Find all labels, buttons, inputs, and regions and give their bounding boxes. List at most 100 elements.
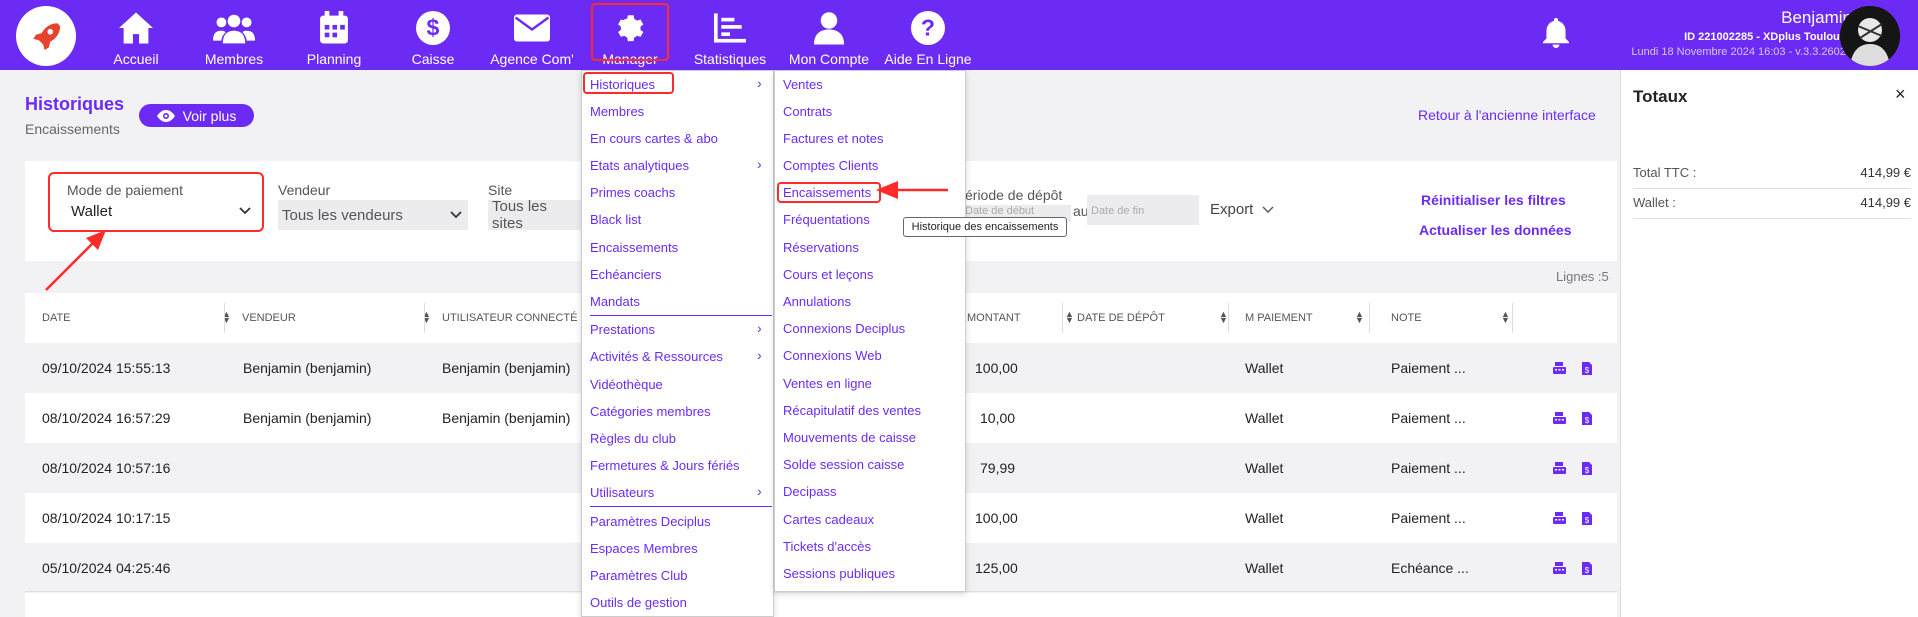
submenu-item-cartes-cadeaux[interactable]: Cartes cadeaux: [783, 512, 874, 527]
vendeur-filter[interactable]: Vendeur Tous les vendeurs: [278, 182, 468, 230]
submenu-item-connexions-deciplus[interactable]: Connexions Deciplus: [783, 321, 905, 336]
col-header-date-depot[interactable]: DATE DE DÉPÔT ▲ ▼: [1077, 293, 1237, 343]
cash-register-icon[interactable]: [1553, 562, 1566, 575]
svg-text:$: $: [427, 15, 440, 41]
menu-item-prestations[interactable]: Prestations: [590, 322, 655, 337]
encaissements-highlight-box: [777, 182, 881, 203]
col-header-vendeur[interactable]: VENDEUR ▲ ▼: [242, 293, 432, 343]
chevron-right-icon: ›: [757, 75, 762, 91]
submenu-item-reservations[interactable]: Réservations: [783, 240, 859, 255]
menu-item-videotheque[interactable]: Vidéothèque: [590, 377, 663, 392]
totaux-divider: [1633, 188, 1911, 189]
submenu-item-connexions-web[interactable]: Connexions Web: [783, 348, 882, 363]
submenu-item-sessions-publiques[interactable]: Sessions publiques: [783, 566, 895, 581]
menu-item-mandats[interactable]: Mandats: [590, 294, 640, 309]
cell-vendeur: Benjamin (benjamin): [243, 410, 372, 426]
close-icon[interactable]: ×: [1895, 84, 1906, 105]
submenu-item-contrats[interactable]: Contrats: [783, 104, 832, 119]
cell-montant: 100,00: [975, 510, 1018, 526]
submenu-item-comptes-clients[interactable]: Comptes Clients: [783, 158, 878, 173]
chevron-right-icon: ›: [757, 483, 762, 499]
menu-item-primes-coachs[interactable]: Primes coachs: [590, 185, 675, 200]
nav-statistiques[interactable]: Statistiques: [693, 0, 767, 70]
cash-register-icon[interactable]: [1553, 512, 1566, 525]
col-separator: [1062, 303, 1063, 333]
invoice-icon[interactable]: $: [1582, 462, 1594, 475]
menu-item-utilisateurs[interactable]: Utilisateurs: [590, 485, 654, 500]
refresh-data-link[interactable]: Actualiser les données: [1419, 222, 1572, 238]
menu-item-fermetures[interactable]: Fermetures & Jours fériés: [590, 458, 740, 473]
col-header-label: UTILISATEUR CONNECTÉ: [442, 312, 578, 324]
submenu-item-factures[interactable]: Factures et notes: [783, 131, 883, 146]
menu-item-categories-membres[interactable]: Catégories membres: [590, 404, 711, 419]
menu-item-espaces-membres[interactable]: Espaces Membres: [590, 541, 698, 556]
users-icon: [212, 6, 256, 50]
bell-icon[interactable]: [1542, 18, 1570, 48]
col-header-note[interactable]: NOTE ▲ ▼: [1391, 293, 1521, 343]
menu-item-echeanciers[interactable]: Echéanciers: [590, 267, 662, 282]
site-filter[interactable]: Site Tous les sites: [488, 182, 581, 232]
col-header-m-paiement[interactable]: M PAIEMENT ▲ ▼: [1245, 293, 1375, 343]
nav-mon-compte[interactable]: Mon Compte: [789, 0, 869, 70]
vendeur-select[interactable]: Tous les vendeurs: [278, 200, 468, 230]
submenu-item-mouvements-caisse[interactable]: Mouvements de caisse: [783, 430, 916, 445]
sort-icon: ▲ ▼: [1219, 309, 1228, 325]
submenu-item-cours-lecons[interactable]: Cours et leçons: [783, 267, 873, 282]
cash-register-icon[interactable]: [1553, 462, 1566, 475]
menu-item-black-list[interactable]: Black list: [590, 212, 641, 227]
nav-membres[interactable]: Membres: [205, 0, 263, 70]
export-label: Export: [1210, 201, 1254, 218]
col-header-label: MONTANT: [967, 312, 1021, 324]
submenu-item-decipass[interactable]: Decipass: [783, 484, 836, 499]
col-header-utilisateur[interactable]: UTILISATEUR CONNECTÉ: [442, 293, 592, 343]
user-date: Lundi 18 Novembre 2024 16:03 - v.3.3.260…: [1631, 46, 1852, 58]
lines-count: Lignes :5: [1556, 269, 1609, 284]
menu-item-parametres-deciplus[interactable]: Paramètres Deciplus: [590, 514, 711, 529]
avatar[interactable]: [1840, 6, 1900, 66]
col-header-montant[interactable]: MONTANT ▲ ▼: [967, 293, 1074, 343]
menu-item-parametres-club[interactable]: Paramètres Club: [590, 568, 688, 583]
wallet-total-label: Wallet :: [1633, 195, 1676, 210]
menu-item-en-cours-cartes[interactable]: En cours cartes & abo: [590, 131, 718, 146]
submenu-item-tickets-acces[interactable]: Tickets d'accès: [783, 539, 871, 554]
menu-item-etats-analytiques[interactable]: Etats analytiques: [590, 158, 689, 173]
rocket-logo-icon[interactable]: [16, 6, 76, 66]
invoice-icon[interactable]: $: [1582, 512, 1594, 525]
submenu-item-ventes-en-ligne[interactable]: Ventes en ligne: [783, 376, 872, 391]
export-dropdown[interactable]: Export: [1210, 201, 1274, 218]
cash-register-icon[interactable]: [1553, 412, 1566, 425]
submenu-item-annulations[interactable]: Annulations: [783, 294, 851, 309]
menu-item-activites-ressources[interactable]: Activités & Ressources: [590, 349, 723, 364]
menu-item-outils-gestion[interactable]: Outils de gestion: [590, 595, 687, 610]
site-select[interactable]: Tous les sites: [488, 198, 581, 232]
menu-item-membres[interactable]: Membres: [590, 104, 644, 119]
retour-ancienne-interface-link[interactable]: Retour à l'ancienne interface: [1418, 107, 1596, 123]
page-title: Historiques: [25, 94, 125, 114]
cell-date: 08/10/2024 10:57:16: [42, 460, 171, 476]
totaux-title: Totaux: [1633, 87, 1688, 106]
invoice-icon[interactable]: $: [1582, 562, 1594, 575]
svg-text:$: $: [1585, 366, 1590, 375]
svg-text:$: $: [1585, 516, 1590, 525]
submenu-item-solde-session[interactable]: Solde session caisse: [783, 457, 904, 472]
cash-register-icon[interactable]: [1553, 362, 1566, 375]
col-header-date[interactable]: DATE ▲ ▼: [42, 293, 232, 343]
nav-caisse[interactable]: $ Caisse: [410, 0, 456, 70]
reset-filters-link[interactable]: Réinitialiser les filtres: [1421, 192, 1566, 208]
cell-date: 09/10/2024 15:55:13: [42, 360, 171, 376]
nav-agence-com[interactable]: Agence Com': [490, 0, 574, 70]
chart-icon: [708, 6, 752, 50]
submenu-item-frequentations[interactable]: Fréquentations: [783, 212, 870, 227]
menu-item-regles-club[interactable]: Règles du club: [590, 431, 676, 446]
invoice-icon[interactable]: $: [1582, 412, 1594, 425]
nav-accueil[interactable]: Accueil: [112, 0, 160, 70]
nav-planning[interactable]: Planning: [307, 0, 361, 70]
menu-item-encaissements[interactable]: Encaissements: [590, 240, 678, 255]
date-fin-input[interactable]: Date de fin: [1087, 195, 1199, 225]
invoice-icon[interactable]: $: [1582, 362, 1594, 375]
voir-plus-button[interactable]: Voir plus: [139, 104, 254, 127]
nav-aide[interactable]: ? Aide En Ligne: [884, 0, 972, 70]
submenu-item-recapitulatif[interactable]: Récapitulatif des ventes: [783, 403, 921, 418]
submenu-item-ventes[interactable]: Ventes: [783, 77, 823, 92]
cell-montant: 125,00: [975, 560, 1018, 576]
